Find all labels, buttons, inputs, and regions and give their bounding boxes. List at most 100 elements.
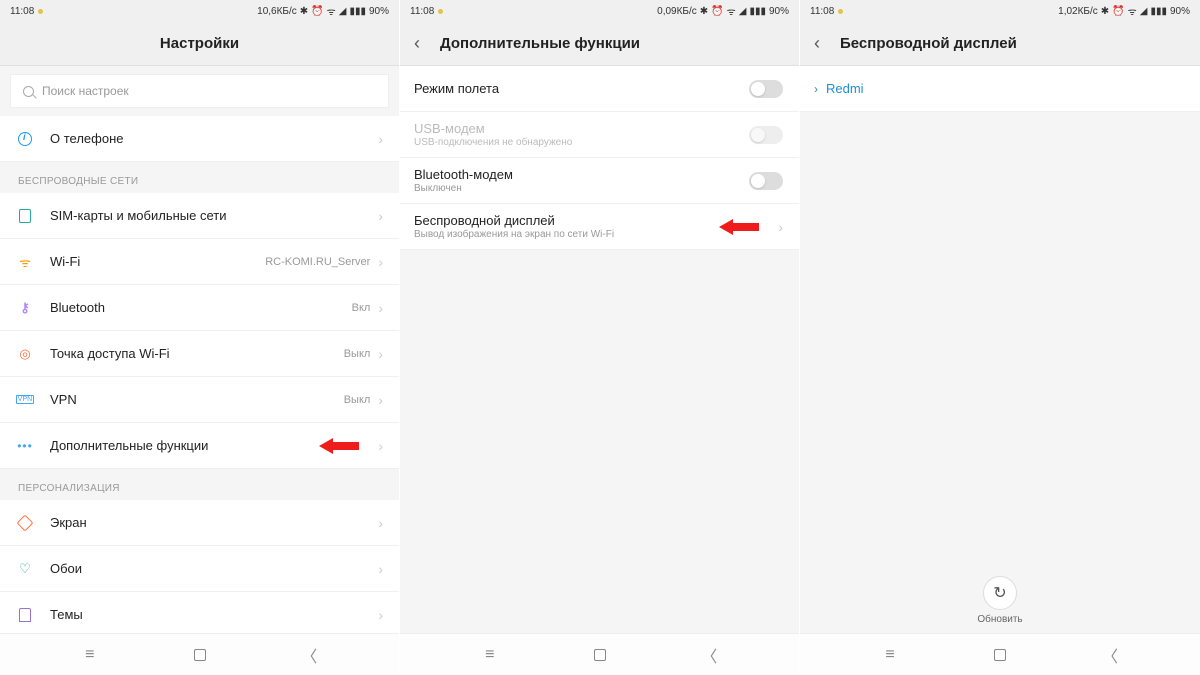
- toggle-bt-tether[interactable]: [749, 172, 783, 190]
- chevron-right-icon: ›: [778, 219, 783, 235]
- hotspot-icon: ◎: [19, 346, 30, 362]
- chevron-right-icon: ›: [378, 561, 383, 577]
- row-label: Обои: [50, 561, 378, 576]
- chevron-right-icon: ›: [378, 131, 383, 147]
- chevron-right-icon: ›: [378, 392, 383, 408]
- battery-icon: ▮▮▮: [349, 6, 366, 17]
- row-more-functions[interactable]: ••• Дополнительные функции ›: [0, 423, 399, 469]
- row-screen[interactable]: Экран ›: [0, 500, 399, 546]
- alarm-icon: ⏰: [311, 6, 323, 17]
- row-vpn[interactable]: VPN VPN Выкл ›: [0, 377, 399, 423]
- row-label: Режим полета: [414, 81, 749, 96]
- refresh-icon: ↻: [993, 583, 1006, 603]
- header: ‹ Дополнительные функции: [400, 22, 799, 66]
- row-hotspot[interactable]: ◎ Точка доступа Wi-Fi Выкл ›: [0, 331, 399, 377]
- search-icon: [23, 86, 34, 97]
- row-label: Точка доступа Wi-Fi: [50, 346, 344, 361]
- row-wireless-display[interactable]: Беспроводной дисплей Вывод изображения н…: [400, 204, 799, 250]
- back-button[interactable]: ‹: [814, 33, 834, 54]
- wifi-icon: ᯤ: [1128, 4, 1137, 18]
- nav-bar: ≡ 〈: [800, 633, 1200, 675]
- row-value: Выкл: [344, 348, 371, 360]
- row-label: Дополнительные функции: [50, 438, 378, 453]
- nav-back-button[interactable]: 〈: [1090, 643, 1130, 667]
- device-name: Redmi: [826, 81, 864, 96]
- refresh-label: Обновить: [977, 614, 1022, 625]
- page-title: Дополнительные функции: [440, 35, 785, 52]
- screen-icon: [17, 514, 34, 531]
- nav-back-button[interactable]: 〈: [689, 643, 729, 667]
- bluetooth-icon: ✱: [300, 6, 308, 17]
- row-label: О телефоне: [50, 131, 378, 146]
- nav-recents-button[interactable]: ≡: [870, 646, 910, 664]
- wallpaper-icon: ♡: [19, 561, 31, 577]
- notification-dot-icon: [838, 9, 843, 14]
- info-icon: [18, 132, 32, 146]
- signal-icon: ◢: [739, 6, 747, 17]
- refresh-button[interactable]: ↻: [983, 576, 1017, 610]
- chevron-right-icon: ›: [378, 346, 383, 362]
- battery-icon: ▮▮▮: [749, 6, 766, 17]
- row-label: Wi-Fi: [50, 254, 265, 269]
- row-device-redmi[interactable]: › Redmi: [800, 66, 1200, 112]
- bluetooth-icon: ⚷: [20, 300, 30, 316]
- phone-screen-2: 11:08 0,09КБ/с ✱ ⏰ ᯤ ◢ ▮▮▮ 90% ‹ Дополни…: [400, 0, 800, 675]
- row-usb-tether: USB-модем USB-подключения не обнаружено: [400, 112, 799, 158]
- chevron-right-icon: ›: [378, 438, 383, 454]
- row-sublabel: USB-подключения не обнаружено: [414, 137, 749, 148]
- row-label: Темы: [50, 607, 378, 622]
- nav-back-button[interactable]: 〈: [289, 643, 329, 667]
- row-label: Экран: [50, 515, 378, 530]
- status-bar: 11:08 10,6КБ/с ✱ ⏰ ᯤ ◢ ▮▮▮ 90%: [0, 0, 399, 22]
- status-bar: 11:08 0,09КБ/с ✱ ⏰ ᯤ ◢ ▮▮▮ 90%: [400, 0, 799, 22]
- vpn-icon: VPN: [16, 395, 34, 404]
- functions-list: Режим полета USB-модем USB-подключения н…: [400, 66, 799, 633]
- row-about-phone[interactable]: О телефоне ›: [0, 116, 399, 162]
- status-battery-pct: 90%: [1170, 6, 1190, 17]
- wifi-icon: ᯤ: [727, 4, 736, 18]
- alarm-icon: ⏰: [1112, 6, 1124, 17]
- status-net-speed: 1,02КБ/с: [1058, 6, 1098, 17]
- bluetooth-icon: ✱: [700, 6, 708, 17]
- header: ‹ Беспроводной дисплей: [800, 22, 1200, 66]
- chevron-right-icon: ›: [378, 607, 383, 623]
- section-personal: ПЕРСОНАЛИЗАЦИЯ: [0, 469, 399, 500]
- toggle-usb: [749, 126, 783, 144]
- page-title: Настройки: [14, 35, 385, 52]
- status-net-speed: 10,6КБ/с: [257, 6, 297, 17]
- chevron-right-icon: ›: [378, 515, 383, 531]
- signal-icon: ◢: [1140, 6, 1148, 17]
- row-sim[interactable]: SIM-карты и мобильные сети ›: [0, 193, 399, 239]
- row-bluetooth[interactable]: ⚷ Bluetooth Вкл ›: [0, 285, 399, 331]
- row-sublabel: Вывод изображения на экран по сети Wi-Fi: [414, 229, 778, 240]
- notification-dot-icon: [438, 9, 443, 14]
- phone-screen-1: 11:08 10,6КБ/с ✱ ⏰ ᯤ ◢ ▮▮▮ 90% Настройки…: [0, 0, 400, 675]
- back-button[interactable]: ‹: [414, 33, 434, 54]
- toggle-airplane[interactable]: [749, 80, 783, 98]
- nav-home-button[interactable]: [180, 649, 220, 661]
- wifi-icon: ᯤ: [19, 253, 31, 271]
- nav-recents-button[interactable]: ≡: [470, 646, 510, 664]
- row-label: Bluetooth: [50, 300, 352, 315]
- row-bt-tether[interactable]: Bluetooth-модем Выключен: [400, 158, 799, 204]
- row-wifi[interactable]: ᯤ Wi-Fi RC-KOMI.RU_Server ›: [0, 239, 399, 285]
- section-wireless: БЕСПРОВОДНЫЕ СЕТИ: [0, 162, 399, 193]
- row-airplane[interactable]: Режим полета: [400, 66, 799, 112]
- row-themes[interactable]: Темы ›: [0, 592, 399, 633]
- search-input[interactable]: Поиск настроек: [10, 74, 389, 108]
- nav-home-button[interactable]: [580, 649, 620, 661]
- chevron-right-icon: ›: [814, 82, 818, 96]
- battery-icon: ▮▮▮: [1150, 6, 1167, 17]
- row-wallpaper[interactable]: ♡ Обои ›: [0, 546, 399, 592]
- nav-home-button[interactable]: [980, 649, 1020, 661]
- row-sublabel: Выключен: [414, 183, 749, 194]
- sim-icon: [19, 209, 31, 223]
- phone-screen-3: 11:08 1,02КБ/с ✱ ⏰ ᯤ ◢ ▮▮▮ 90% ‹ Беспров…: [800, 0, 1200, 675]
- status-battery-pct: 90%: [769, 6, 789, 17]
- more-icon: •••: [17, 439, 33, 453]
- search-placeholder: Поиск настроек: [42, 84, 129, 98]
- row-value: Выкл: [344, 394, 371, 406]
- nav-recents-button[interactable]: ≡: [70, 646, 110, 664]
- nav-bar: ≡ 〈: [0, 633, 399, 675]
- row-label: Bluetooth-модем: [414, 167, 749, 182]
